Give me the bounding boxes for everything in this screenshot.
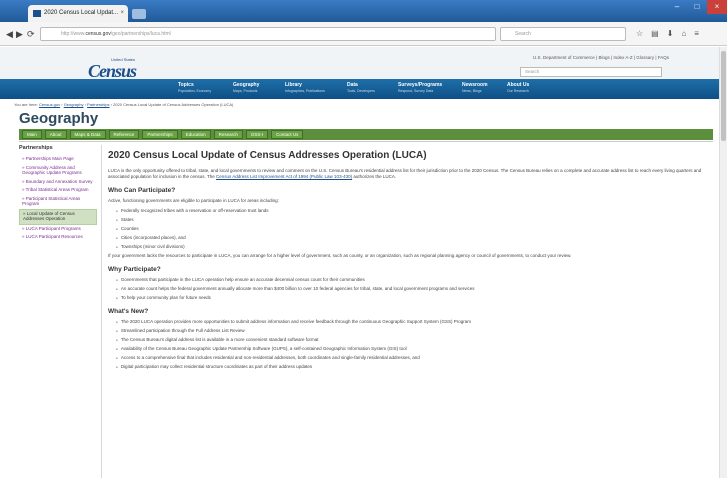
breadcrumb-link[interactable]: Census.gov (39, 102, 60, 107)
browser-tab[interactable]: 2020 Census Local Updat... × (28, 5, 128, 22)
intro-paragraph: LUCA is the only opportunity offered to … (108, 168, 702, 179)
list-item: Governments that participate in the LUCA… (121, 277, 716, 283)
home-icon[interactable]: ⌂ (681, 27, 686, 41)
article-title: 2020 Census Local Update of Census Addre… (108, 150, 427, 161)
sidebar-item[interactable]: » LUCA Participant Programs (19, 225, 97, 234)
toolbar-icons: ☆ ▤ ⬇ ⌂ ≡ (636, 27, 699, 41)
utility-links[interactable]: U.S. Department of Commerce | Blogs | In… (533, 55, 669, 60)
sidebar-item[interactable]: » Tribal Statistical Areas Program (19, 186, 97, 195)
tab-research[interactable]: Research (213, 130, 243, 139)
tab-reference[interactable]: Reference (108, 130, 140, 139)
tab-main[interactable]: Main (22, 130, 42, 139)
nav-library[interactable]: Library Infographics, Publications (285, 82, 325, 94)
tab-maps-data[interactable]: Maps & Data (69, 130, 106, 139)
forward-icon[interactable]: ▶ (16, 27, 23, 41)
census-favicon-icon (33, 10, 41, 17)
tab-gss-i[interactable]: GSS-I (245, 130, 269, 139)
tab-education[interactable]: Education (180, 130, 211, 139)
nav-newsroom[interactable]: Newsroom News, Blogs (462, 82, 488, 94)
sidebar-item[interactable]: » Community Address and Geographic Updat… (19, 164, 97, 178)
list-item: To help your community plan for future n… (121, 295, 716, 301)
list-item: Streamlined participation through the Fu… (121, 328, 716, 334)
list-item: Counties (121, 226, 716, 232)
list-item: Townships (minor civil divisions) (121, 244, 716, 250)
maximize-icon[interactable]: □ (687, 0, 707, 14)
url-domain: census.gov (85, 31, 111, 37)
menu-icon[interactable]: ≡ (694, 27, 699, 41)
list-item: Access to a comprehensive final that inc… (121, 355, 716, 361)
divider (19, 141, 713, 142)
whats-new-list: The 2020 LUCA operation provides more op… (108, 319, 716, 370)
sidebar-item[interactable]: » Partnerships Main Page (19, 155, 97, 164)
list-item: Digital participation may collect reside… (121, 364, 716, 370)
breadcrumb-link[interactable]: Partnerships (87, 102, 109, 107)
who-list: Federally recognized tribes with a reser… (108, 208, 716, 250)
address-bar[interactable]: http://www.census.gov/geo/partnerships/l… (40, 27, 496, 41)
page-title: Geography (19, 110, 99, 127)
who-paragraph: Active, functioning governments are elig… (108, 198, 279, 203)
sidebar-heading: Partnerships (19, 145, 53, 151)
download-icon[interactable]: ⬇ (667, 27, 674, 41)
public-law-link[interactable]: Census Address List Improvement Act of 1… (216, 174, 352, 179)
url-prefix: http://www. (61, 31, 86, 37)
nav-data[interactable]: Data Tools, Developers (347, 82, 375, 94)
sidebar-item[interactable]: » Boundary and Annexation Survey (19, 178, 97, 187)
bookmark-icon[interactable]: ▤ (651, 27, 659, 41)
section-navigation: Main About Maps & Data Reference Partner… (19, 129, 713, 140)
list-item: Availability of the Census Bureau Geogra… (121, 346, 716, 352)
nav-surveys-programs[interactable]: Surveys/Programs Respond, Survey Data (398, 82, 442, 94)
url-path: /geo/partnerships/luca.html (110, 31, 171, 37)
sidebar-item-active[interactable]: » Local Update of Census Addresses Opera… (19, 208, 97, 225)
who-heading: Who Can Participate? (108, 187, 176, 194)
site-search-input[interactable]: Search (520, 67, 662, 77)
list-item: Federally recognized tribes with a reser… (121, 208, 716, 214)
sidebar-item[interactable]: » LUCA Participant Resources (19, 233, 97, 242)
close-window-icon[interactable]: × (707, 0, 727, 14)
reload-icon[interactable]: ⟳ (27, 27, 35, 41)
why-list: Governments that participate in the LUCA… (108, 277, 716, 301)
tab-partnerships[interactable]: Partnerships (142, 130, 178, 139)
minimize-icon[interactable]: – (667, 0, 687, 14)
main-content: 2020 Census Local Update of Census Addre… (108, 150, 716, 373)
tab-title: 2020 Census Local Updat... (44, 10, 119, 16)
list-item: The 2020 LUCA operation provides more op… (121, 319, 716, 325)
who-note: If your government lacks the resources t… (108, 253, 572, 258)
tab-about[interactable]: About (44, 130, 67, 139)
nav-about-us[interactable]: About Us Our Research (507, 82, 529, 94)
browser-window: 2020 Census Local Updat... × – □ × ◀ ▶ ⟳… (0, 0, 727, 478)
breadcrumb-current: 2020 Census Local Update of Census Addre… (113, 102, 234, 107)
page-scrollbar[interactable] (719, 47, 727, 478)
why-heading: Why Participate? (108, 266, 161, 273)
list-item: States (121, 217, 716, 223)
new-tab-button[interactable] (132, 9, 146, 19)
scrollbar-thumb[interactable] (721, 51, 726, 141)
nav-geography[interactable]: Geography Maps, Products (233, 82, 259, 94)
browser-search-input[interactable]: Search (500, 27, 626, 41)
whats-new-heading: What's New? (108, 308, 149, 315)
tab-close-icon[interactable]: × (120, 5, 124, 22)
title-bar: 2020 Census Local Updat... × – □ × (0, 0, 727, 22)
star-icon[interactable]: ☆ (636, 27, 643, 41)
site-header: United States Census U.S. Department of … (0, 47, 727, 99)
column-divider (101, 145, 102, 478)
tab-contact-us[interactable]: Contact Us (271, 130, 304, 139)
sidebar-item[interactable]: » Participant Statistical Areas Program (19, 195, 97, 209)
breadcrumb-link[interactable]: Geography (64, 102, 84, 107)
main-navigation: Topics Population, Economy Geography Maps,… (0, 79, 727, 99)
window-controls: – □ × (667, 0, 727, 14)
nav-topics[interactable]: Topics Population, Economy (178, 82, 211, 94)
back-icon[interactable]: ◀ (6, 27, 13, 41)
breadcrumb: You are here: Census.gov › Geography › P… (14, 102, 234, 107)
list-item: An accurate count helps the federal gove… (121, 286, 716, 292)
browser-toolbar: ◀ ▶ ⟳ http://www.census.gov/geo/partners… (0, 22, 727, 46)
list-item: The Census Bureau's digital address list… (121, 337, 716, 343)
sidebar: Partnerships » Partnerships Main Page » … (19, 145, 97, 242)
list-item: Cities (incorporated places), and (121, 235, 716, 241)
